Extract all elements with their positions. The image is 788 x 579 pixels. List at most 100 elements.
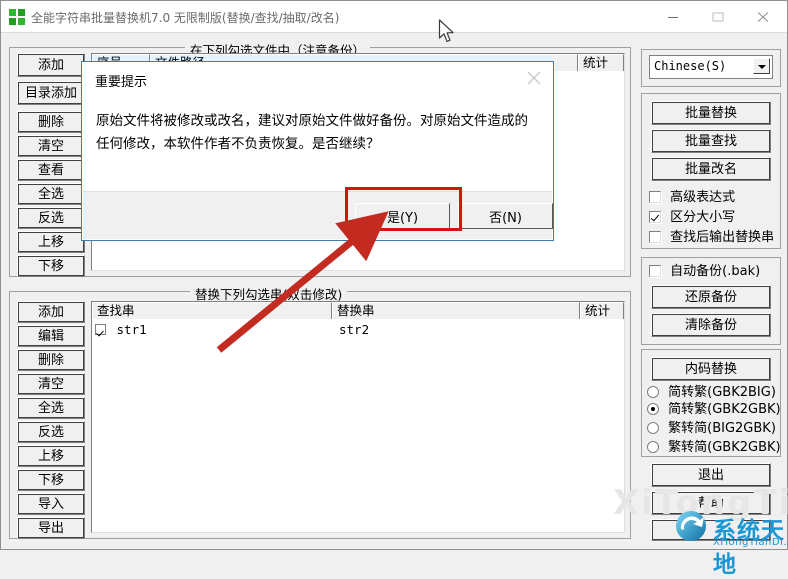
close-icon	[527, 71, 541, 85]
file-select-all-button[interactable]: 全选	[17, 183, 85, 205]
file-move-up-label: 上移	[37, 234, 64, 250]
auto-backup-label: 自动备份(.bak)	[670, 264, 761, 279]
encoding-replace-button[interactable]: 内码替换	[651, 357, 771, 381]
radio-gbk2big-label: 简转繁(GBK2BIG)	[668, 385, 776, 400]
batch-find-button[interactable]: 批量查找	[651, 129, 771, 153]
title-bar: 全能字符串批量替换机7.0 无限制版(替换/查找/抽取/改名)	[1, 1, 787, 33]
strings-col-find[interactable]: 查找串	[92, 302, 332, 319]
dialog-no-label: 否(N)	[489, 210, 522, 226]
str-add-button[interactable]: 添加	[17, 301, 85, 323]
file-view-button[interactable]: 查看	[17, 159, 85, 181]
restore-backup-label: 还原备份	[684, 289, 737, 305]
close-icon	[757, 12, 769, 22]
language-combo[interactable]: Chinese(S)	[649, 55, 773, 79]
batch-replace-label: 批量替换	[684, 105, 737, 121]
clear-backup-button[interactable]: 清除备份	[651, 313, 771, 337]
str-delete-label: 删除	[37, 352, 64, 368]
str-invert-select-button[interactable]: 反选	[17, 421, 85, 443]
maximize-button[interactable]	[696, 1, 741, 32]
str-import-button[interactable]: 导入	[17, 493, 85, 515]
row-find-string: str1	[116, 322, 147, 337]
batch-replace-button[interactable]: 批量替换	[651, 101, 771, 125]
file-delete-button[interactable]: 删除	[17, 111, 85, 133]
str-export-button[interactable]: 导出	[17, 517, 85, 539]
radio-gbk2gbk-s2t[interactable]: 简转繁(GBK2GBK)	[647, 403, 781, 417]
str-import-label: 导入	[37, 496, 64, 512]
maximize-icon	[712, 12, 724, 22]
checkbox-box	[649, 191, 661, 203]
watermark-ghost-text: XiTongTianDi	[613, 483, 788, 523]
chevron-down-icon[interactable]	[753, 58, 770, 74]
radio-circle	[647, 386, 659, 398]
file-invert-select-label: 反选	[37, 210, 64, 226]
radio-big2gbk-label: 繁转简(BIG2GBK)	[668, 421, 776, 436]
dialog-message: 原始文件将被修改或改名，建议对原始文件做好备份。对原始文件造成的任何修改，本软件…	[96, 113, 528, 152]
output-replace-string-checkbox[interactable]: 查找后输出替换串	[649, 231, 774, 245]
radio-big2gbk[interactable]: 繁转简(BIG2GBK)	[647, 422, 776, 436]
radio-gbk2gbk-t2s[interactable]: 繁转简(GBK2GBK)	[647, 441, 781, 455]
strings-list-header: 查找串 替换串 统计	[92, 302, 624, 319]
file-delete-label: 删除	[37, 114, 64, 130]
dialog-no-button[interactable]: 否(N)	[458, 203, 553, 229]
minimize-button[interactable]	[651, 1, 696, 32]
str-move-down-label: 下移	[37, 472, 64, 488]
radio-gbk2big[interactable]: 简转繁(GBK2BIG)	[647, 386, 776, 400]
application-window: 全能字符串批量替换机7.0 无限制版(替换/查找/抽取/改名) 在下列勾选文件中…	[0, 0, 788, 578]
str-invert-select-label: 反选	[37, 424, 64, 440]
str-move-up-button[interactable]: 上移	[17, 445, 85, 467]
file-invert-select-button[interactable]: 反选	[17, 207, 85, 229]
batch-rename-button[interactable]: 批量改名	[651, 157, 771, 181]
dialog-footer: 是(Y) 否(N)	[83, 191, 553, 239]
restore-backup-button[interactable]: 还原备份	[651, 285, 771, 309]
advanced-expression-checkbox[interactable]: 高级表达式	[649, 191, 735, 205]
clear-backup-label: 清除备份	[684, 317, 737, 333]
str-edit-button[interactable]: 编辑	[17, 325, 85, 347]
file-move-up-button[interactable]: 上移	[17, 231, 85, 253]
str-clear-label: 清空	[37, 376, 64, 392]
strings-col-replace[interactable]: 替换串	[332, 302, 580, 319]
language-combo-value: Chinese(S)	[654, 59, 727, 73]
file-add-dir-button[interactable]: 目录添加	[17, 81, 85, 105]
confirm-dialog: 重要提示 原始文件将被修改或改名，建议对原始文件做好备份。对原始文件造成的任何修…	[81, 61, 554, 241]
row-checkbox[interactable]	[95, 324, 106, 335]
radio-gbk2gbk-s2t-label: 简转繁(GBK2GBK)	[668, 402, 781, 417]
file-add-button[interactable]: 添加	[17, 53, 85, 77]
file-clear-button[interactable]: 清空	[17, 135, 85, 157]
str-select-all-button[interactable]: 全选	[17, 397, 85, 419]
radio-circle	[647, 422, 659, 434]
window-frame: 全能字符串批量替换机7.0 无限制版(替换/查找/抽取/改名) 在下列勾选文件中…	[0, 0, 788, 578]
exit-label: 退出	[697, 467, 724, 483]
checkbox-box	[649, 211, 661, 223]
str-move-down-button[interactable]: 下移	[17, 469, 85, 491]
case-sensitive-checkbox[interactable]: 区分大小写	[649, 211, 735, 225]
checkbox-box	[649, 231, 661, 243]
window-title: 全能字符串批量替换机7.0 无限制版(替换/查找/抽取/改名)	[31, 11, 340, 25]
str-add-label: 添加	[37, 304, 64, 320]
highlight-rectangle	[345, 187, 462, 231]
encoding-replace-label: 内码替换	[684, 361, 737, 377]
advanced-expression-label: 高级表达式	[670, 190, 736, 205]
radio-circle	[647, 441, 659, 453]
file-add-label: 添加	[37, 57, 64, 73]
row-replace-string: str2	[339, 322, 370, 337]
str-export-label: 导出	[37, 520, 64, 536]
files-col-count[interactable]: 统计	[578, 54, 624, 71]
batch-find-label: 批量查找	[684, 133, 737, 149]
file-move-down-label: 下移	[37, 258, 64, 274]
strings-listview[interactable]: 查找串 替换串 统计 str1 str2	[91, 301, 625, 533]
checkbox-box	[649, 265, 661, 277]
table-row[interactable]: str1 str2	[95, 321, 615, 339]
str-move-up-label: 上移	[37, 448, 64, 464]
auto-backup-checkbox[interactable]: 自动备份(.bak)	[649, 265, 760, 279]
str-clear-button[interactable]: 清空	[17, 373, 85, 395]
case-sensitive-label: 区分大小写	[670, 210, 736, 225]
file-view-label: 查看	[37, 162, 64, 178]
app-icon	[9, 9, 25, 25]
close-button[interactable]	[741, 1, 786, 32]
file-clear-label: 清空	[37, 138, 64, 154]
dialog-title: 重要提示	[95, 75, 148, 90]
dialog-close-button[interactable]	[521, 68, 547, 88]
str-delete-button[interactable]: 删除	[17, 349, 85, 371]
strings-col-count[interactable]: 统计	[580, 302, 624, 319]
file-move-down-button[interactable]: 下移	[17, 255, 85, 277]
